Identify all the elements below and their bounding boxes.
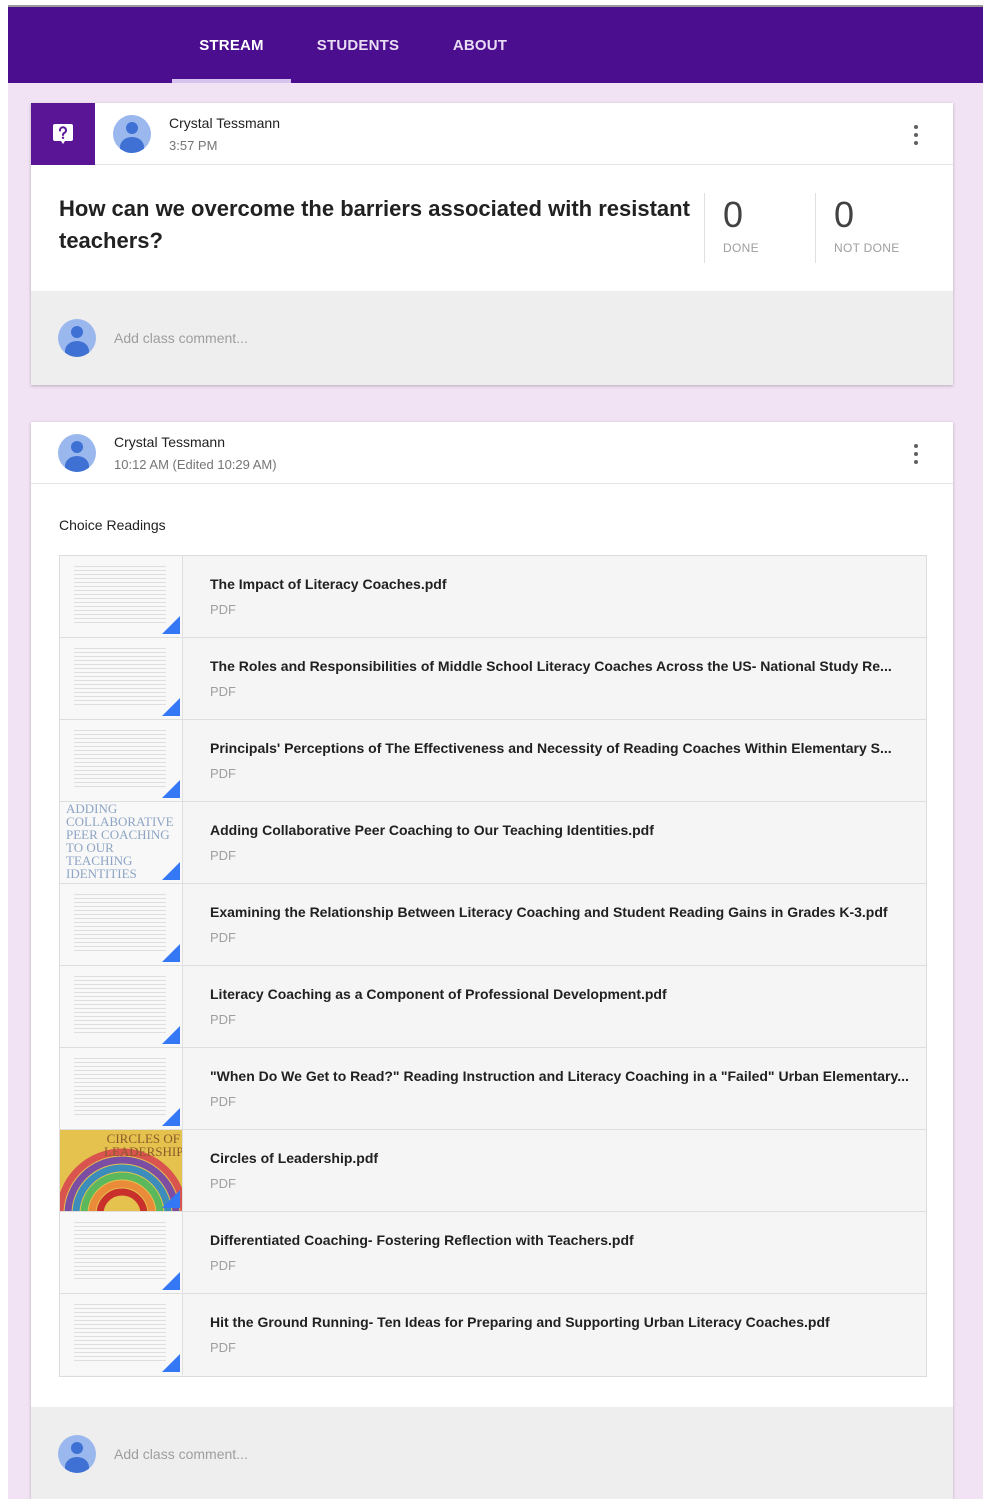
class-comment-input[interactable]: Add class comment... — [114, 330, 248, 346]
tab-students[interactable]: STUDENTS — [308, 7, 408, 83]
attachment-type: PDF — [210, 1094, 236, 1109]
attachment-title: Differentiated Coaching- Fostering Refle… — [210, 1232, 634, 1248]
pdf-thumbnail — [60, 884, 183, 965]
drive-corner-icon — [162, 862, 180, 880]
post-time: 3:57 PM — [169, 138, 218, 153]
attachment-type: PDF — [210, 1340, 236, 1355]
avatar — [58, 319, 96, 357]
attachment-item[interactable]: Adding Collaborative Peer Coaching to ou… — [60, 802, 926, 884]
drive-corner-icon — [162, 780, 180, 798]
thumbnail-cover-text: Circles of Leadership — [104, 1131, 183, 1159]
more-options-icon[interactable] — [913, 125, 919, 145]
question-icon — [53, 124, 73, 144]
pdf-thumbnail — [60, 720, 183, 801]
done-count: 0 — [723, 194, 744, 235]
app-frame: STREAM STUDENTS ABOUT Crystal Tessmann 3… — [8, 5, 983, 1499]
attachment-type: PDF — [210, 848, 236, 863]
author-name: Crystal Tessmann — [169, 115, 281, 131]
attachment-title: The Roles and Responsibilities of Middle… — [210, 658, 892, 674]
attachment-title: Literacy Coaching as a Component of Prof… — [210, 986, 667, 1002]
avatar — [113, 115, 151, 153]
attachment-type: PDF — [210, 1012, 236, 1027]
attachment-list: The Impact of Literacy Coaches.pdf PDF T… — [59, 555, 927, 1377]
attachment-type: PDF — [210, 930, 236, 945]
attachment-type: PDF — [210, 1176, 236, 1191]
pdf-thumbnail — [60, 1212, 183, 1293]
class-comment-bar[interactable]: Add class comment... — [31, 1407, 953, 1499]
author-name: Crystal Tessmann — [114, 434, 226, 450]
attachment-type: PDF — [210, 684, 236, 699]
not-done-stat[interactable]: 0 NOT DONE — [815, 193, 935, 263]
top-nav-bar: STREAM STUDENTS ABOUT — [8, 7, 983, 83]
post-time: 10:12 AM (Edited 10:29 AM) — [114, 457, 277, 472]
post-header: Crystal Tessmann 10:12 AM (Edited 10:29 … — [31, 422, 953, 484]
question-badge — [31, 103, 95, 165]
tab-about[interactable]: ABOUT — [438, 7, 522, 83]
attachment-item[interactable]: Circles of Leadership Circles of Leaders… — [60, 1130, 926, 1212]
attachment-title: Adding Collaborative Peer Coaching to Ou… — [210, 822, 654, 838]
attachment-item[interactable]: Differentiated Coaching- Fostering Refle… — [60, 1212, 926, 1294]
attachment-title: Examining the Relationship Between Liter… — [210, 904, 888, 920]
pdf-thumbnail: Circles of Leadership — [60, 1130, 183, 1211]
attachment-item[interactable]: Hit the Ground Running- Ten Ideas for Pr… — [60, 1294, 926, 1376]
material-post-card: Crystal Tessmann 10:12 AM (Edited 10:29 … — [31, 422, 953, 1499]
attachment-title: Circles of Leadership.pdf — [210, 1150, 379, 1166]
attachment-item[interactable]: Principals' Perceptions of The Effective… — [60, 720, 926, 802]
pdf-thumbnail — [60, 638, 183, 719]
drive-corner-icon — [162, 1272, 180, 1290]
attachment-item[interactable]: "When Do We Get to Read?" Reading Instru… — [60, 1048, 926, 1130]
tab-stream[interactable]: STREAM — [172, 7, 291, 83]
drive-corner-icon — [162, 1108, 180, 1126]
attachment-title: "When Do We Get to Read?" Reading Instru… — [210, 1068, 909, 1084]
pdf-thumbnail — [60, 1294, 183, 1375]
post-header: Crystal Tessmann 3:57 PM — [31, 103, 953, 165]
drive-corner-icon — [162, 1190, 180, 1208]
question-post-card: Crystal Tessmann 3:57 PM How can we over… — [31, 103, 953, 385]
attachment-item[interactable]: The Roles and Responsibilities of Middle… — [60, 638, 926, 720]
post-title: Choice Readings — [59, 517, 166, 533]
pdf-thumbnail: Adding Collaborative Peer Coaching to ou… — [60, 802, 183, 883]
not-done-count: 0 — [834, 194, 855, 235]
not-done-label: NOT DONE — [834, 241, 900, 255]
attachment-type: PDF — [210, 1258, 236, 1273]
attachment-item[interactable]: The Impact of Literacy Coaches.pdf PDF — [60, 556, 926, 638]
attachment-type: PDF — [210, 602, 236, 617]
attachment-type: PDF — [210, 766, 236, 781]
attachment-item[interactable]: Examining the Relationship Between Liter… — [60, 884, 926, 966]
more-options-icon[interactable] — [913, 444, 919, 464]
attachment-title: Hit the Ground Running- Ten Ideas for Pr… — [210, 1314, 830, 1330]
avatar — [58, 1435, 96, 1473]
class-comment-bar[interactable]: Add class comment... — [31, 291, 953, 385]
done-label: DONE — [723, 241, 759, 255]
attachment-title: The Impact of Literacy Coaches.pdf — [210, 576, 447, 592]
attachment-item[interactable]: Literacy Coaching as a Component of Prof… — [60, 966, 926, 1048]
question-text[interactable]: How can we overcome the barriers associa… — [59, 193, 699, 257]
avatar — [58, 434, 96, 472]
attachment-title: Principals' Perceptions of The Effective… — [210, 740, 892, 756]
pdf-thumbnail — [60, 556, 183, 637]
done-stat[interactable]: 0 DONE — [704, 193, 815, 263]
drive-corner-icon — [162, 616, 180, 634]
drive-corner-icon — [162, 1354, 180, 1372]
pdf-thumbnail — [60, 966, 183, 1047]
pdf-thumbnail — [60, 1048, 183, 1129]
drive-corner-icon — [162, 698, 180, 716]
class-comment-input[interactable]: Add class comment... — [114, 1446, 248, 1462]
drive-corner-icon — [162, 944, 180, 962]
drive-corner-icon — [162, 1026, 180, 1044]
